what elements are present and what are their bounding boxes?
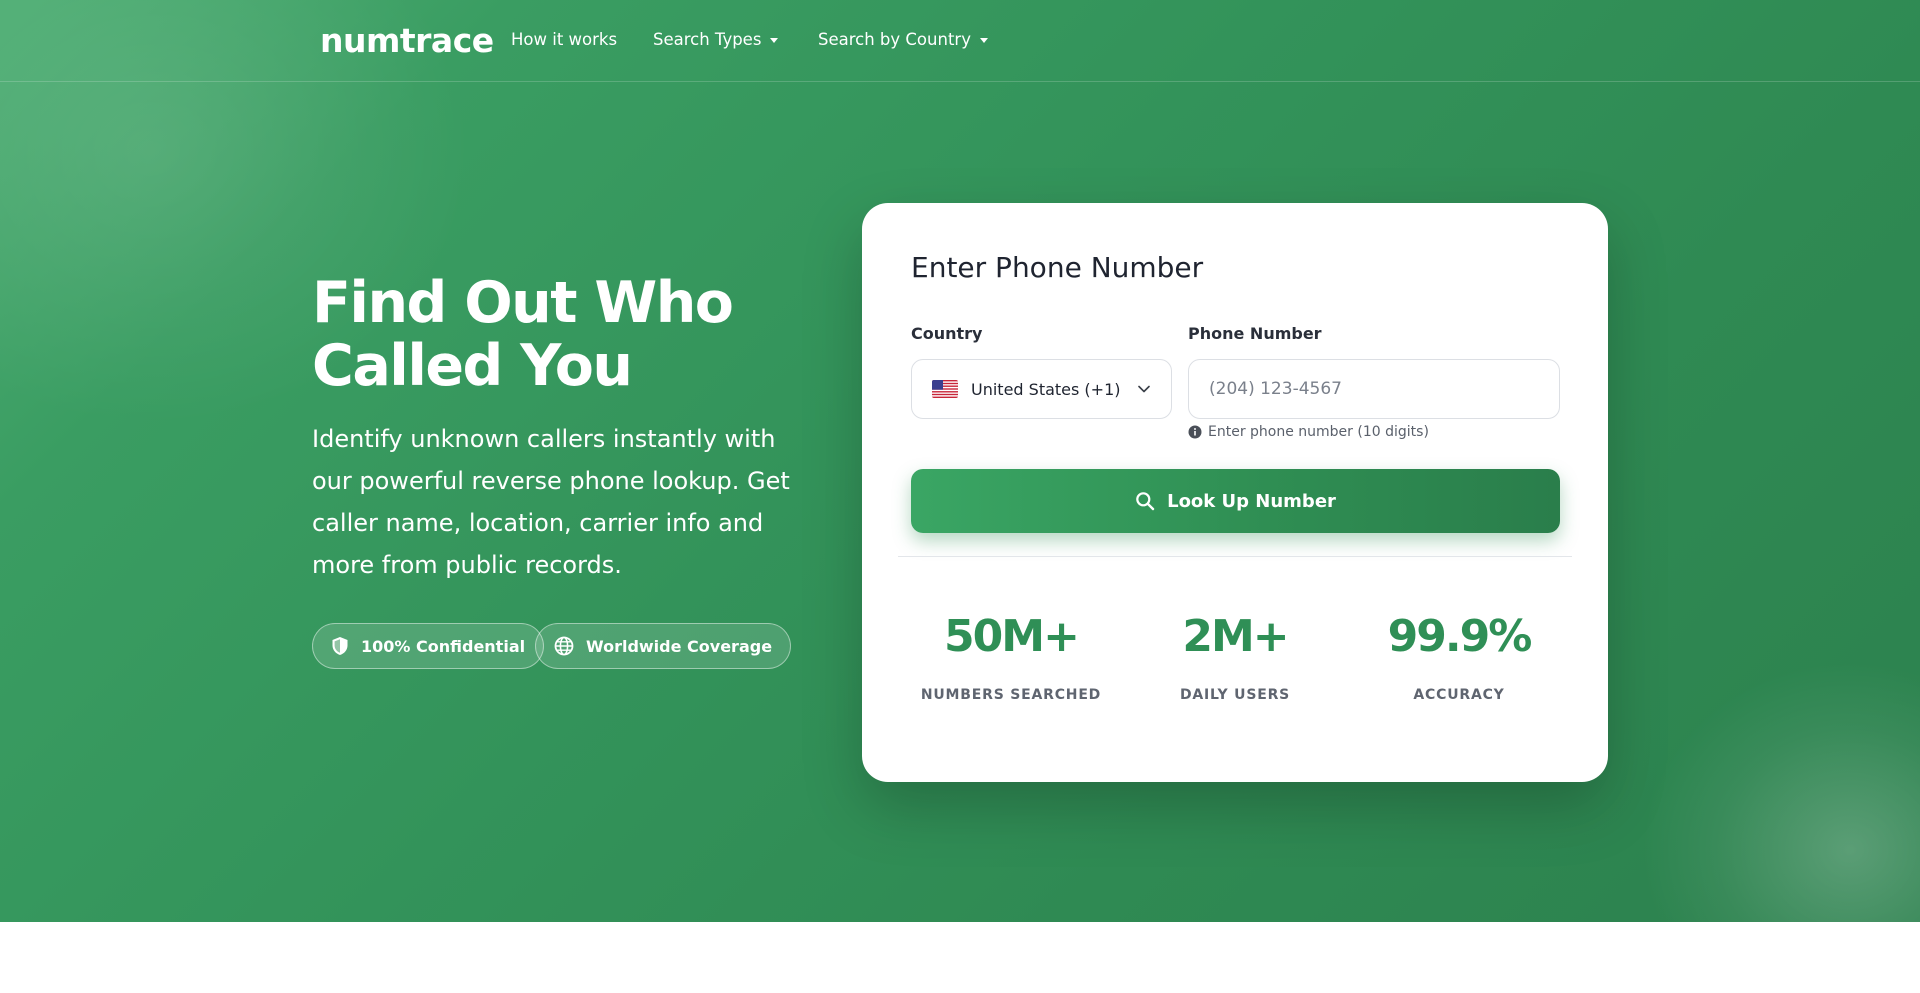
phone-hint: Enter phone number (10 digits) — [1188, 424, 1429, 440]
info-icon — [1188, 425, 1202, 439]
hero-glow-decoration — [1640, 660, 1920, 922]
look-up-number-button[interactable]: Look Up Number — [911, 469, 1560, 533]
card-divider — [898, 556, 1572, 557]
search-icon — [1136, 492, 1155, 511]
card-title: Enter Phone Number — [911, 251, 1204, 284]
caret-down-icon — [979, 38, 988, 43]
nav-search-types[interactable]: Search Types — [653, 30, 779, 49]
lookup-card: Enter Phone Number Country United States… — [862, 203, 1608, 782]
us-flag-icon — [932, 380, 958, 398]
stat-value-daily-users: 2M+ — [1182, 611, 1289, 662]
stat-value-accuracy: 99.9% — [1387, 611, 1533, 662]
country-label: Country — [911, 324, 983, 343]
nav-search-by-country-label: Search by Country — [818, 30, 971, 49]
brand-logo[interactable]: numtrace — [320, 21, 494, 60]
shield-icon — [332, 637, 348, 655]
phone-label: Phone Number — [1188, 324, 1322, 343]
look-up-number-label: Look Up Number — [1167, 490, 1336, 512]
nav-how-it-works-label: How it works — [511, 30, 618, 49]
badge-confidential: 100% Confidential — [312, 623, 545, 669]
stat-label-numbers-searched: NUMBERS SEARCHED — [920, 687, 1102, 703]
nav-how-it-works[interactable]: How it works — [511, 30, 617, 49]
hero-subtext: Identify unknown callers instantly with … — [312, 425, 790, 579]
nav-search-types-label: Search Types — [653, 30, 762, 49]
stat-label-accuracy: ACCURACY — [1413, 687, 1505, 703]
country-select-value: United States (+1) — [971, 379, 1121, 399]
caret-down-icon — [770, 38, 779, 43]
chevron-down-icon — [1138, 385, 1150, 393]
stat-value-numbers-searched: 50M+ — [944, 611, 1080, 662]
phone-hint-text: Enter phone number (10 digits) — [1208, 424, 1429, 440]
top-navbar: numtrace How it works Search Types Searc… — [0, 0, 1920, 82]
stat-label-daily-users: DAILY USERS — [1179, 687, 1291, 703]
phone-number-input[interactable] — [1188, 359, 1560, 419]
badge-worldwide-label: Worldwide Coverage — [586, 636, 773, 656]
badge-confidential-label: 100% Confidential — [361, 636, 526, 656]
globe-icon — [554, 636, 574, 656]
hero-section: numtrace How it works Search Types Searc… — [0, 0, 1920, 922]
hero-headline: Find Out Who Called You — [312, 270, 734, 399]
country-select[interactable]: United States (+1) — [911, 359, 1172, 419]
nav-search-by-country[interactable]: Search by Country — [818, 30, 988, 49]
badge-worldwide: Worldwide Coverage — [535, 623, 792, 669]
